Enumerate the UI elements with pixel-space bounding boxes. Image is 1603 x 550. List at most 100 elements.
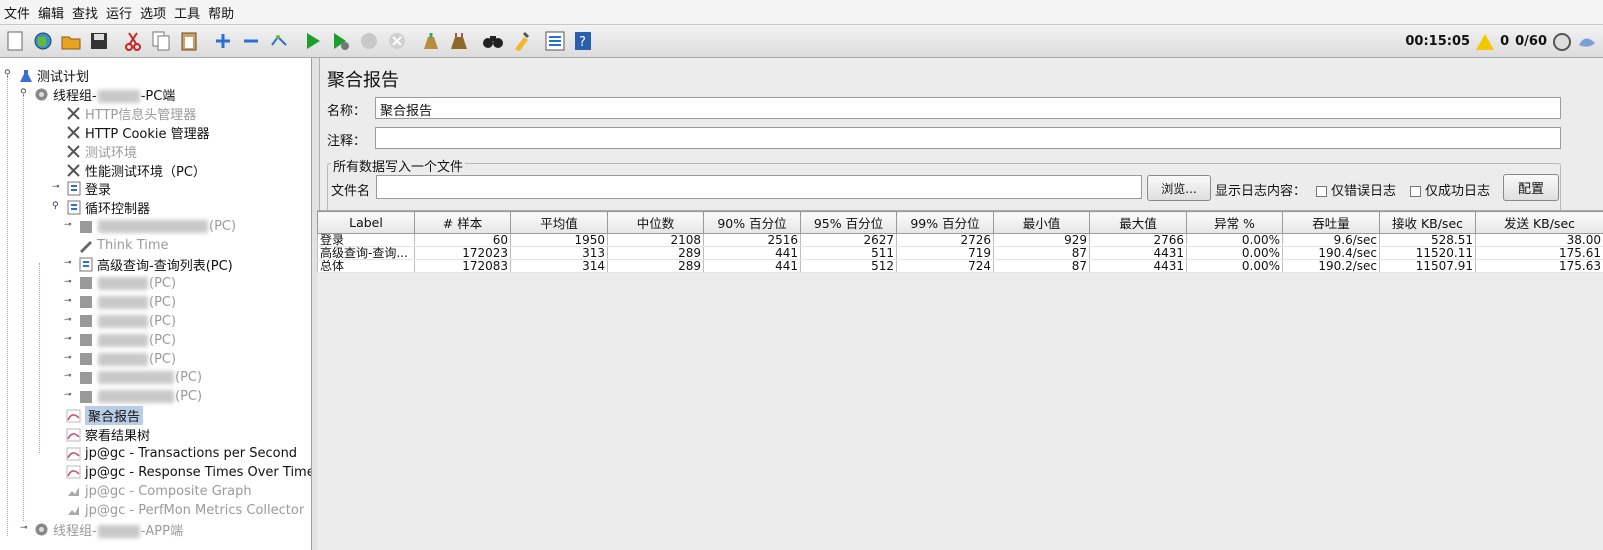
column-header[interactable]: 平均值	[510, 211, 608, 234]
tree-node[interactable]: (PC)	[78, 387, 202, 406]
table-row[interactable]: 高级查询-查询... 172023 313 289 441 511 719 87 4431 0.0…	[317, 246, 1603, 260]
sampler-icon	[78, 333, 93, 348]
filename-input[interactable]	[376, 175, 1142, 199]
tree-toggle-icon[interactable]: ⊸	[64, 296, 72, 306]
column-header[interactable]: 90% 百分位	[703, 211, 801, 234]
name-input[interactable]: 聚合报告	[375, 97, 1561, 119]
shutdown-button[interactable]	[384, 27, 410, 55]
comment-label: 注释：	[327, 134, 367, 149]
function-helper-button[interactable]	[542, 27, 568, 55]
tree-toggle-icon[interactable]: ⊸	[64, 371, 72, 381]
reset-search-button[interactable]	[508, 27, 534, 55]
tree-toggle-icon[interactable]: ⊸	[64, 315, 72, 325]
tree-node[interactable]: HTTP信息头管理器	[66, 104, 196, 123]
column-header[interactable]: Label	[317, 211, 415, 234]
logo-icon[interactable]	[1577, 33, 1597, 51]
clear-button[interactable]	[418, 27, 444, 55]
tree-toggle-icon[interactable]: ⊸	[64, 220, 72, 230]
clear-icon	[424, 33, 438, 49]
aggregate-table: Label # 样本 平均值 中位数 90% 百分位 95% 百分位 99% 百分位 最小值最…	[317, 211, 1603, 273]
column-header[interactable]: 95% 百分位	[800, 211, 897, 234]
search-button[interactable]	[480, 27, 506, 55]
tree-node[interactable]: (PC)	[78, 368, 202, 387]
help-button[interactable]: ?	[570, 27, 596, 55]
tree-node[interactable]: jp@gc - Transactions per Second	[66, 444, 297, 463]
tree-toggle-icon[interactable]: ⊸	[64, 390, 72, 400]
column-header[interactable]: # 样本	[414, 211, 511, 234]
comment-input[interactable]	[375, 127, 1561, 149]
tree-toggle-icon[interactable]: ⊸	[20, 523, 28, 533]
tree-node[interactable]: 高级查询-查询列表(PC)	[78, 255, 233, 274]
tree-node[interactable]: 测试计划	[18, 66, 89, 85]
test-plan-tree[interactable]: 测试计划 ⚲ 线程组- -PC端 ⚲ HTTP信息头管理器 HTTP Cookie 管理器测…	[0, 58, 312, 550]
browse-button[interactable]: 浏览...	[1147, 175, 1211, 201]
tree-node[interactable]: jp@gc - Composite Graph	[66, 482, 252, 501]
tree-node[interactable]: 线程组- -APP端	[34, 520, 183, 539]
column-header[interactable]: 最小值	[993, 211, 1090, 234]
table-row[interactable]: 总体 172083 314 289 441 512 724 87 4431 0.00% 190.2/…	[317, 259, 1603, 273]
menu-search[interactable]: 查找	[72, 3, 106, 22]
table-cell: 4431	[1089, 246, 1187, 260]
toggle-button[interactable]	[266, 27, 292, 55]
warning-icon[interactable]	[1476, 33, 1495, 50]
errors-only-checkbox[interactable]	[1316, 186, 1327, 197]
column-header[interactable]: 发送 KB/sec	[1475, 211, 1603, 234]
tree-node[interactable]: (PC)	[78, 350, 176, 369]
start-no-pause-button[interactable]	[328, 27, 354, 55]
save-button[interactable]	[86, 27, 112, 55]
tree-node[interactable]: 性能测试环境（PC）	[66, 161, 206, 180]
tree-node[interactable]: (PC)	[78, 331, 176, 350]
stop-button[interactable]	[356, 27, 382, 55]
menu-file[interactable]: 文件	[4, 3, 38, 22]
tree-node[interactable]: jp@gc - Response Times Over Time	[66, 463, 311, 482]
redacted-text	[97, 524, 140, 538]
paste-button[interactable]	[176, 27, 202, 55]
menu-help[interactable]: 帮助	[208, 3, 242, 22]
open-button[interactable]	[58, 27, 84, 55]
tree-node[interactable]: 循环控制器	[66, 198, 150, 217]
tree-node[interactable]: (PC)	[78, 274, 176, 293]
remote-status-icon[interactable]	[1553, 32, 1571, 51]
menu-edit[interactable]: 编辑	[38, 3, 72, 22]
tree-node[interactable]: Think Time	[78, 236, 169, 255]
collapse-button[interactable]	[238, 27, 264, 55]
success-only-option[interactable]: 仅成功日志	[1410, 180, 1490, 199]
clear-all-button[interactable]	[446, 27, 472, 55]
column-header[interactable]: 中位数	[607, 211, 704, 234]
tree-toggle-icon[interactable]: ⊸	[64, 258, 72, 268]
column-header[interactable]: 吞吐量	[1282, 211, 1380, 234]
menu-run[interactable]: 运行	[106, 3, 140, 22]
tree-node[interactable]: (PC)	[78, 312, 176, 331]
tree-node[interactable]: 测试环境	[66, 142, 137, 161]
column-header[interactable]: 异常 %	[1186, 211, 1283, 234]
tree-node[interactable]: (PC)	[78, 217, 236, 236]
tree-toggle-icon[interactable]: ⚲	[52, 201, 59, 211]
templates-button[interactable]	[30, 27, 56, 55]
column-header[interactable]: 99% 百分位	[896, 211, 994, 234]
menu-tools[interactable]: 工具	[174, 3, 208, 22]
tree-toggle-icon[interactable]: ⊸	[64, 353, 72, 363]
tree-toggle-icon[interactable]: ⊸	[64, 334, 72, 344]
tree-node[interactable]: 线程组- -PC端	[34, 85, 175, 104]
tree-node[interactable]: (PC)	[78, 293, 176, 312]
write-results-legend: 所有数据写入一个文件	[331, 156, 466, 175]
menu-options[interactable]: 选项	[140, 3, 174, 22]
new-button[interactable]	[2, 27, 28, 55]
column-header[interactable]: 接收 KB/sec	[1379, 211, 1476, 234]
column-header[interactable]: 最大值	[1089, 211, 1187, 234]
table-row[interactable]: 登录 60 1950 2108 2516 2627 2726 929 2766 0.00% 9.6/…	[317, 233, 1603, 247]
tree-node[interactable]: HTTP Cookie 管理器	[66, 123, 210, 142]
tree-node[interactable]: 登录	[66, 179, 111, 198]
tree-toggle-icon[interactable]: ⊸	[64, 277, 72, 287]
start-button[interactable]	[300, 27, 326, 55]
tree-node[interactable]: jp@gc - PerfMon Metrics Collector	[66, 501, 304, 520]
expand-button[interactable]	[210, 27, 236, 55]
success-only-checkbox[interactable]	[1410, 186, 1421, 197]
tree-toggle-icon[interactable]: ⊸	[52, 182, 60, 192]
tree-node[interactable]: 察看结果树	[66, 425, 150, 444]
errors-only-option[interactable]: 仅错误日志	[1316, 180, 1396, 199]
tree-node[interactable]: 聚合报告	[66, 406, 144, 426]
copy-button[interactable]	[148, 27, 174, 55]
cut-button[interactable]	[120, 27, 146, 55]
configure-button[interactable]: 配置	[1503, 174, 1559, 201]
